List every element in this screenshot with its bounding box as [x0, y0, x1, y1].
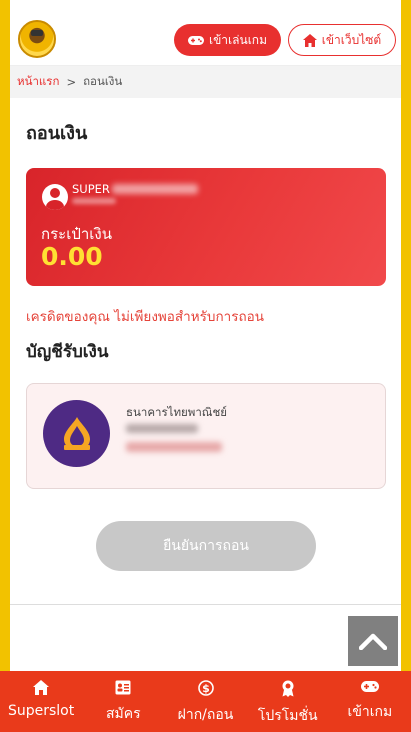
play-game-label: เข้าเล่นเกม	[209, 32, 267, 47]
gamepad-icon	[360, 681, 379, 692]
bottom-navigation: Superslot สมัคร $ ฝาก/ถอน โปรโมชั่น เข้า…	[0, 671, 411, 732]
nav-label: สมัคร	[105, 706, 141, 722]
home-icon	[302, 33, 317, 47]
divider	[10, 604, 401, 605]
bank-account-card: ธนาคารไทยพาณิชย์	[26, 383, 386, 489]
nav-label: เข้าเกม	[347, 704, 393, 720]
gamepad-icon	[188, 35, 204, 45]
breadcrumb: หน้าแรก > ถอนเงิน	[10, 66, 401, 98]
username-redacted	[112, 184, 198, 194]
register-icon	[115, 680, 131, 695]
dollar-icon: $	[197, 680, 214, 696]
breadcrumb-current: ถอนเงิน	[83, 74, 123, 88]
confirm-withdraw-button[interactable]: ยืนยันการถอน	[96, 521, 316, 571]
nav-item-deposit-withdraw[interactable]: $ ฝาก/ถอน	[164, 671, 246, 732]
home-icon	[33, 680, 50, 695]
insufficient-credit-warning: เครดิตของคุณ ไม่เพียงพอสำหรับการถอน	[26, 309, 264, 325]
bank-section-title: บัญชีรับเงิน	[26, 342, 109, 362]
bank-name: ธนาคารไทยพาณิชย์	[126, 405, 228, 419]
nav-label: ฝาก/ถอน	[177, 707, 234, 723]
play-game-button[interactable]: เข้าเล่นเกม	[174, 24, 281, 56]
website-label: เข้าเว็บไซต์	[321, 32, 382, 47]
wallet-card: SUPER กระเป๋าเงิน 0.00	[26, 168, 386, 286]
scroll-to-top-button[interactable]	[348, 616, 398, 666]
website-button[interactable]: เข้าเว็บไซต์	[288, 24, 396, 56]
award-icon	[282, 680, 294, 697]
nav-label: โปรโมชั่น	[257, 708, 318, 724]
brand-logo[interactable]	[18, 20, 56, 58]
breadcrumb-separator: >	[66, 75, 77, 89]
scb-bank-logo-icon	[43, 400, 110, 467]
user-avatar-icon	[42, 184, 68, 210]
user-subtext-redacted	[72, 198, 116, 204]
nav-item-superslot[interactable]: Superslot	[0, 671, 82, 732]
wallet-balance: 0.00	[41, 242, 103, 271]
account-holder-redacted	[126, 424, 198, 433]
nav-item-register[interactable]: สมัคร	[82, 671, 164, 732]
breadcrumb-home-link[interactable]: หน้าแรก	[17, 73, 59, 91]
account-number-redacted	[126, 442, 222, 452]
nav-item-enter-game[interactable]: เข้าเกม	[329, 671, 411, 732]
page-title: ถอนเงิน	[26, 123, 88, 144]
svg-text:$: $	[202, 682, 210, 695]
nav-item-promotion[interactable]: โปรโมชั่น	[247, 671, 329, 732]
top-header: เข้าเล่นเกม เข้าเว็บไซต์	[10, 0, 401, 66]
nav-label: Superslot	[7, 703, 75, 719]
app-screen: เข้าเล่นเกม เข้าเว็บไซต์ หน้าแรก > ถอนเง…	[10, 0, 401, 732]
chevron-up-icon	[359, 633, 387, 650]
username: SUPER	[72, 182, 110, 196]
